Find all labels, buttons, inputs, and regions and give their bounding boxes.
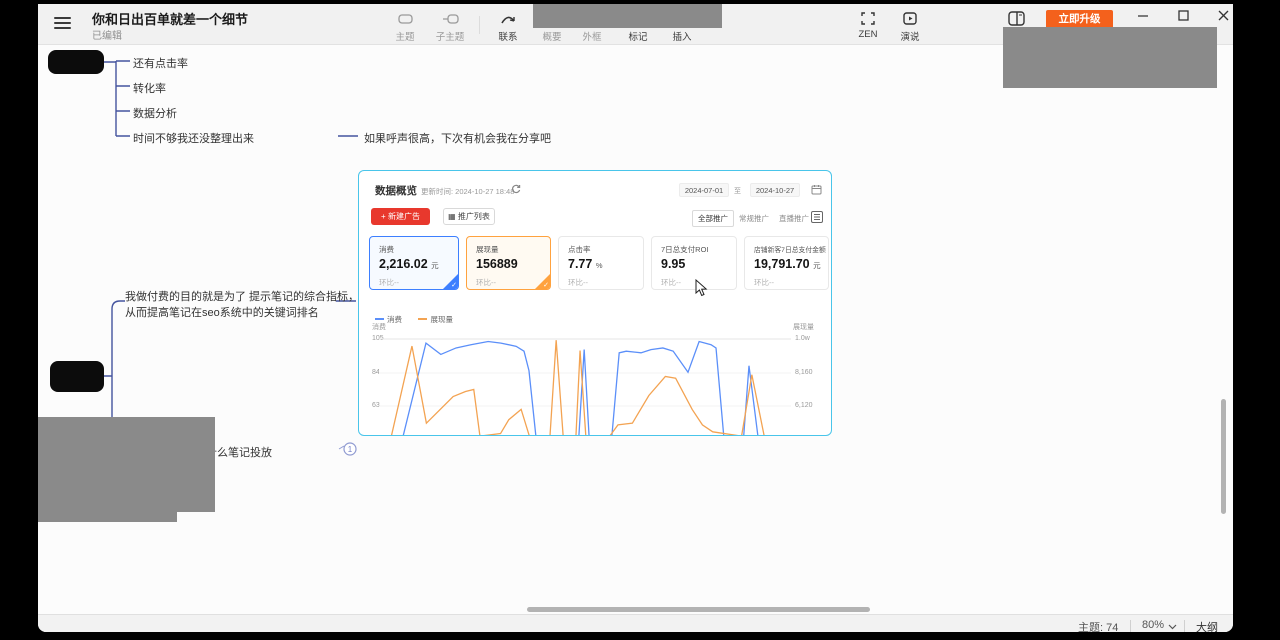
- redaction-box: [1003, 27, 1217, 88]
- toolbar-theme-button[interactable]: 主题: [383, 10, 427, 43]
- metric-card-store-payment: 店铺新客7日总支付金额 19,791.70 元 环比--: [744, 236, 829, 290]
- theme-icon: [383, 10, 427, 27]
- redaction-box: [38, 417, 215, 512]
- metric-card-roi: 7日总支付ROI 9.95 环比--: [651, 236, 737, 290]
- screen: 你和日出百单就差一个细节 已编辑 主题 子主题 联系 概要 外框: [0, 0, 1280, 640]
- chart-legend: 消费 展现量: [375, 307, 465, 325]
- promotion-tabs: 全部推广 常规推广 直播推广: [692, 210, 814, 227]
- date-separator: 至: [734, 186, 741, 196]
- maximize-button[interactable]: [1173, 6, 1193, 24]
- right-axis-tick: 8,160: [795, 369, 813, 376]
- redacted-topic-node[interactable]: [50, 361, 104, 392]
- present-icon: [888, 10, 932, 27]
- topic-count: 主题: 74: [1078, 619, 1118, 632]
- trend-line-chart: [379, 335, 791, 436]
- left-axis-title: 消费: [372, 322, 386, 332]
- grid-icon: ▦: [448, 212, 456, 221]
- topic-no-time[interactable]: 时间不够我还没整理出来: [133, 130, 254, 146]
- zoom-level-control[interactable]: 80%: [1142, 619, 1164, 631]
- horizontal-scrollbar[interactable]: [527, 607, 870, 612]
- date-from-field: 2024-07-01: [679, 183, 729, 197]
- badge-count: 1: [348, 445, 353, 454]
- status-bar: 主题: 74 80% 大纲: [38, 614, 1233, 632]
- refresh-icon: [511, 184, 521, 194]
- outline-button[interactable]: 大纲: [1196, 619, 1218, 632]
- legend-swatch-consumption: [375, 318, 384, 320]
- vertical-scrollbar[interactable]: [1221, 399, 1226, 514]
- toolbar-relation-button[interactable]: 联系: [486, 10, 530, 43]
- right-axis-tick: 6,120: [795, 402, 813, 409]
- zen-icon: [846, 10, 890, 27]
- topic-data-analysis[interactable]: 数据分析: [133, 105, 177, 121]
- metric-card-impressions: 展现量 156889 环比-- ✓: [466, 236, 551, 290]
- cursor-icon: [695, 279, 708, 298]
- relation-icon: [486, 10, 530, 27]
- topic-callout[interactable]: 如果呼声很高，下次有机会我在分享吧: [364, 130, 551, 146]
- list-view-icon: [811, 211, 823, 223]
- dashboard-title: 数据概览: [375, 183, 417, 198]
- toolbar-subtopic-button[interactable]: 子主题: [428, 10, 472, 43]
- toolbar-present-button[interactable]: 演说: [888, 10, 932, 43]
- redaction-box: [533, 4, 722, 28]
- topic-paid-purpose-line1[interactable]: 我做付费的目的就是为了 提示笔记的综合指标，: [125, 288, 359, 304]
- app-window: 你和日出百单就差一个细节 已编辑 主题 子主题 联系 概要 外框: [38, 4, 1233, 632]
- redacted-topic-node[interactable]: [48, 50, 104, 74]
- statusbar-divider: [1130, 620, 1131, 632]
- close-button[interactable]: [1213, 6, 1233, 24]
- topic-conversion-rate[interactable]: 转化率: [133, 80, 166, 96]
- topic-note-placement[interactable]: 什么笔记投放: [206, 444, 272, 460]
- dashboard-updated-time: 更新时间: 2024-10-27 18:48: [421, 186, 514, 197]
- toolbar-separator: [479, 16, 480, 34]
- tab-live-promotion: 直播推广: [774, 211, 814, 226]
- hamburger-menu-icon[interactable]: [54, 17, 71, 30]
- date-to-field: 2024-10-27: [750, 183, 800, 197]
- minimize-button[interactable]: [1133, 6, 1153, 24]
- document-edit-status: 已编辑: [92, 27, 122, 42]
- metric-card-ctr: 点击率 7.77 % 环比--: [558, 236, 644, 290]
- redaction-box: [38, 509, 177, 522]
- series-line-展现量: [391, 340, 764, 436]
- legend-swatch-impressions: [418, 318, 427, 320]
- right-axis-title: 展现量: [793, 322, 814, 332]
- caret-down-icon[interactable]: [1168, 624, 1177, 630]
- panel-toggle-icon[interactable]: [1008, 11, 1025, 26]
- new-ad-button: + 新建广告: [371, 208, 430, 225]
- topic-click-rate[interactable]: 还有点击率: [133, 55, 188, 71]
- tab-all-promotion: 全部推广: [692, 210, 734, 227]
- document-title: 你和日出百单就差一个细节: [92, 9, 248, 28]
- promotion-list-button: ▦ 推广列表: [443, 208, 495, 225]
- statusbar-divider: [1184, 620, 1185, 632]
- metric-card-consumption: 消费 2,216.02 元 环比-- ✓: [369, 236, 459, 290]
- topic-paid-purpose-line2[interactable]: 从而提高笔记在seo系统中的关键词排名: [125, 304, 319, 320]
- mindmap-canvas[interactable]: 还有点击率 转化率 数据分析 时间不够我还没整理出来 如果呼声很高，下次有机会我…: [38, 45, 1233, 614]
- toolbar-zen-button[interactable]: ZEN: [846, 10, 890, 40]
- tab-regular-promotion: 常规推广: [734, 211, 774, 226]
- dashboard-image-node[interactable]: 数据概览 更新时间: 2024-10-27 18:48 2024-07-01 至…: [358, 170, 832, 436]
- calendar-icon: [811, 184, 822, 195]
- right-axis-tick: 1.0w: [795, 335, 810, 342]
- relationship-badge[interactable]: 1: [338, 441, 358, 457]
- subtopic-icon: [428, 10, 472, 27]
